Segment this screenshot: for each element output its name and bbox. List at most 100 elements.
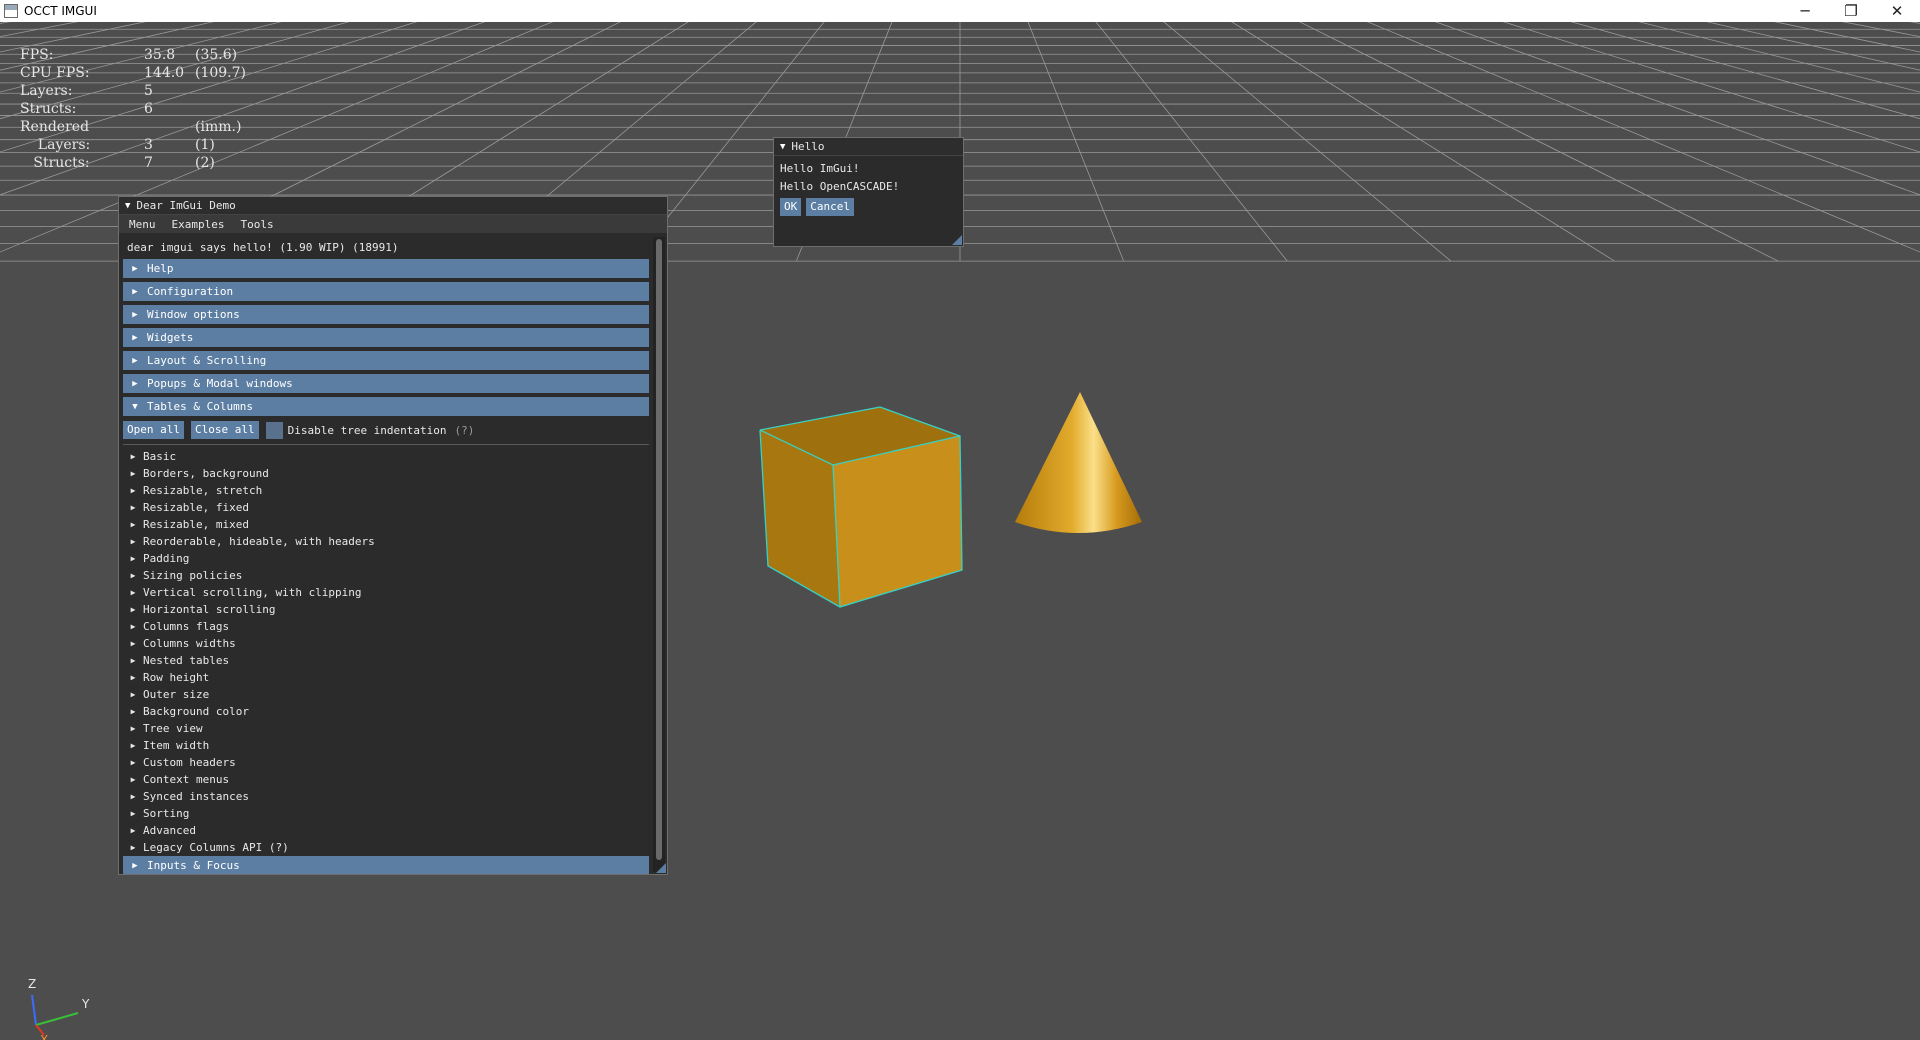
collapsing-header[interactable]: ▶ Window options xyxy=(123,305,649,324)
tree-arrow-icon: ▶ xyxy=(130,452,136,461)
resize-grip[interactable] xyxy=(952,235,962,245)
tree-node[interactable]: ▶ Tree view xyxy=(123,720,649,737)
menu-item-examples[interactable]: Examples xyxy=(172,218,225,231)
tree-node-label: Basic xyxy=(143,450,177,463)
box-shape[interactable] xyxy=(759,406,963,608)
stats-row: CPU FPS: 144.0 (109.7) xyxy=(20,64,246,82)
tree-arrow-icon: ▶ xyxy=(130,486,136,495)
hello-title: Hello xyxy=(791,140,825,153)
menu-item-menu[interactable]: Menu xyxy=(129,218,156,231)
tree-node[interactable]: ▶ Resizable, mixed xyxy=(123,516,649,533)
tree-node[interactable]: ▶ Vertical scrolling, with clipping xyxy=(123,584,649,601)
help-marker[interactable]: (?) xyxy=(455,424,475,437)
header-inputs-focus[interactable]: ▶ Inputs & Focus xyxy=(123,856,649,874)
collapsing-header[interactable]: ▶ Popups & Modal windows xyxy=(123,374,649,393)
demo-scrollbar[interactable] xyxy=(653,237,665,872)
axis-y-label: Y xyxy=(82,997,90,1011)
cancel-button[interactable]: Cancel xyxy=(806,198,854,216)
scrollbar-thumb[interactable] xyxy=(656,239,662,860)
tree-arrow-icon: ▶ xyxy=(130,843,136,852)
tree-node[interactable]: ▶ Basic xyxy=(123,448,649,465)
collapsing-header[interactable]: ▶ Help xyxy=(123,259,649,278)
tree-node-label: Resizable, mixed xyxy=(143,518,249,531)
tree-node[interactable]: ▶ Item width xyxy=(123,737,649,754)
collapse-arrow-icon[interactable]: ▼ xyxy=(780,142,785,152)
collapse-arrow-icon[interactable]: ▼ xyxy=(125,201,130,211)
tree-arrow-icon: ▶ xyxy=(130,639,136,648)
collapsed-arrow-icon: ▶ xyxy=(132,860,138,871)
stat-key: Structs: xyxy=(20,155,90,171)
stat-paren: (35.6) xyxy=(195,47,238,63)
cone-shape[interactable] xyxy=(1015,392,1142,533)
tree-node-label: Sizing policies xyxy=(143,569,243,582)
tree-node-label: Context menus xyxy=(143,773,230,786)
disable-indent-label: Disable tree indentation xyxy=(287,423,447,437)
tree-arrow-icon: ▶ xyxy=(130,826,136,835)
app-window: OCCT IMGUI ─ ❐ ✕ Z Y X FPS: 35.8 (35.6) … xyxy=(0,0,1920,1040)
demo-title-bar[interactable]: ▼ Dear ImGui Demo xyxy=(119,197,667,215)
minimize-icon[interactable]: ─ xyxy=(1782,0,1828,22)
collapsed-arrow-icon: ▶ xyxy=(132,332,138,343)
collapsed-arrow-icon: ▶ xyxy=(132,378,138,389)
ok-button[interactable]: OK xyxy=(780,198,802,216)
menu-item-tools[interactable]: Tools xyxy=(240,218,273,231)
header-label: Window options xyxy=(147,308,240,321)
tree-node[interactable]: ▶ Borders, background xyxy=(123,465,649,482)
tree-arrow-icon: ▶ xyxy=(130,622,136,631)
tree-node[interactable]: ▶ Sizing policies xyxy=(123,567,649,584)
tree-node[interactable]: ▶ Resizable, fixed xyxy=(123,499,649,516)
tree-arrow-icon: ▶ xyxy=(130,537,136,546)
close-all-button[interactable]: Close all xyxy=(190,421,259,439)
tree-arrow-icon: ▶ xyxy=(130,690,136,699)
tree-node-label: Resizable, fixed xyxy=(143,501,249,514)
stats-row: Layers: 5 xyxy=(20,82,153,100)
stat-paren: (2) xyxy=(195,155,215,171)
tree-node-label: Outer size xyxy=(143,688,210,701)
tree-node[interactable]: ▶ Columns widths xyxy=(123,635,649,652)
tree-node[interactable]: ▶ Context menus xyxy=(123,771,649,788)
tree-node[interactable]: ▶ Nested tables xyxy=(123,652,649,669)
tree-node[interactable]: ▶ Sorting xyxy=(123,805,649,822)
header-label: Tables & Columns xyxy=(147,400,253,413)
tree-node[interactable]: ▶ Row height xyxy=(123,669,649,686)
window-title: OCCT IMGUI xyxy=(24,4,97,18)
close-icon[interactable]: ✕ xyxy=(1874,0,1920,22)
collapsing-header[interactable]: ▶ Layout & Scrolling xyxy=(123,351,649,370)
tree-node-label: Columns widths xyxy=(143,637,236,650)
tree-node[interactable]: ▶ Background color xyxy=(123,703,649,720)
stat-key: Layers: xyxy=(20,83,73,99)
axis-x-label: X xyxy=(40,1033,49,1040)
tree-node[interactable]: ▶ Columns flags xyxy=(123,618,649,635)
tree-node[interactable]: ▶ Horizontal scrolling xyxy=(123,601,649,618)
tree-node[interactable]: ▶ Reorderable, hideable, with headers xyxy=(123,533,649,550)
header-label: Configuration xyxy=(147,285,234,298)
demo-hello-text: dear imgui says hello! (1.90 WIP) (18991… xyxy=(127,241,399,254)
open-all-button[interactable]: Open all xyxy=(123,421,184,439)
tree-node[interactable]: ▶ Outer size xyxy=(123,686,649,703)
resize-grip[interactable] xyxy=(656,863,666,873)
tree-node[interactable]: ▶ Resizable, stretch xyxy=(123,482,649,499)
hello-title-bar[interactable]: ▼ Hello xyxy=(774,138,963,156)
stat-value: 6 xyxy=(144,101,153,117)
tree-node[interactable]: ▶ Advanced xyxy=(123,822,649,839)
demo-window[interactable]: ▼ Dear ImGui Demo Menu Examples Tools de… xyxy=(118,196,668,875)
restore-icon[interactable]: ❐ xyxy=(1828,0,1874,22)
stats-row: Rendered (imm.) xyxy=(20,118,241,136)
collapsing-header[interactable]: ▶ Widgets xyxy=(123,328,649,347)
stats-row: Structs: 7 (2) xyxy=(20,154,215,172)
tree-node[interactable]: ▶ Synced instances xyxy=(123,788,649,805)
tree-arrow-icon: ▶ xyxy=(130,741,136,750)
tree-node[interactable]: ▶ Legacy Columns API (?) xyxy=(123,839,649,856)
hello-window[interactable]: ▼ Hello Hello ImGui! Hello OpenCASCADE! … xyxy=(773,137,964,247)
tree-node[interactable]: ▶ Padding xyxy=(123,550,649,567)
disable-indent-checkbox[interactable] xyxy=(265,421,283,439)
stat-key: CPU FPS: xyxy=(20,65,90,81)
tree-node-label: Sorting xyxy=(143,807,190,820)
collapsed-arrow-icon: ▶ xyxy=(132,286,138,297)
stat-value: 3 xyxy=(144,137,153,153)
header-tables-columns[interactable]: ▼ Tables & Columns xyxy=(123,397,649,416)
tree-arrow-icon: ▶ xyxy=(130,469,136,478)
collapsing-header[interactable]: ▶ Configuration xyxy=(123,282,649,301)
tree-node[interactable]: ▶ Custom headers xyxy=(123,754,649,771)
tree-arrow-icon: ▶ xyxy=(130,571,136,580)
